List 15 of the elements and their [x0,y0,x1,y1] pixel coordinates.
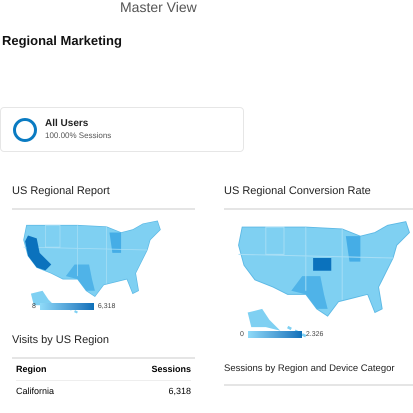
view-title: Master View [120,0,197,14]
column-header: Region [16,362,46,376]
column-header: Sessions [151,362,191,376]
segment-detail: 100.00% Sessions [45,130,112,141]
table-cell-text: California [16,385,54,398]
segment-name: All Users [45,118,90,131]
color-scale [248,331,302,338]
widget-title: Visits by US Region [12,333,110,348]
table-cell-text: 6,318 [168,385,191,398]
segment-ring-icon [13,118,37,142]
widget-title: Sessions by Region and Device Categor [224,362,395,376]
widget-title: US Regional Report [12,184,110,199]
widget-title: US Regional Conversion Rate [224,184,371,199]
page-title: Regional Marketing [2,32,122,50]
color-scale [40,303,94,310]
